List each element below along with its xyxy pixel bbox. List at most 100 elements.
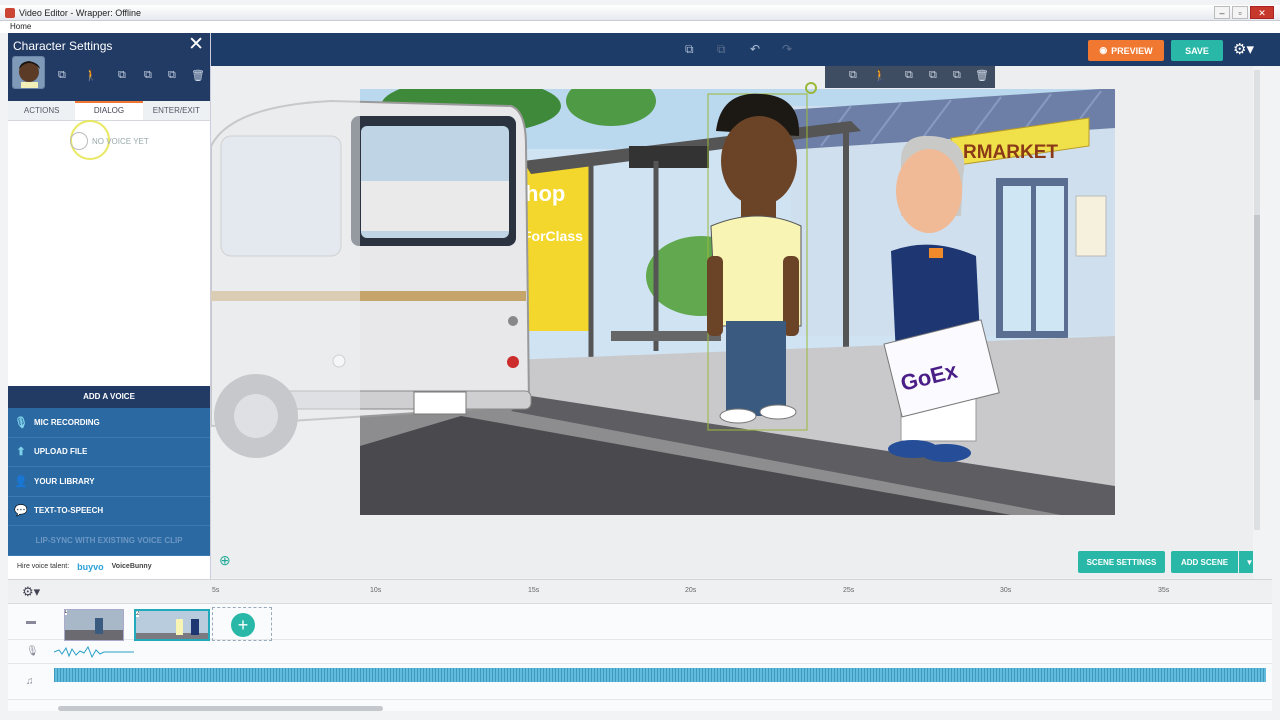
walk-icon[interactable]: 🚶 <box>873 69 887 82</box>
play-circle-icon: ◉ <box>1099 45 1108 55</box>
bring-forward-icon[interactable]: ⧉ <box>144 69 152 82</box>
option-label: YOUR LIBRARY <box>34 476 95 486</box>
window-close-button[interactable]: ✕ <box>1250 6 1274 19</box>
dialog-area: NO VOICE YET <box>8 120 210 386</box>
stage-scrollbar[interactable] <box>1254 70 1260 530</box>
add-scene-slot[interactable]: + <box>212 607 272 641</box>
save-button[interactable]: SAVE <box>1171 40 1223 61</box>
upload-icon: ⬆ <box>16 446 26 459</box>
scrollbar-thumb[interactable] <box>1254 215 1260 400</box>
tick-label: 30s <box>1000 587 1012 594</box>
license-plate <box>413 391 467 415</box>
flip-icon[interactable]: ⧉ <box>118 69 126 82</box>
tab-actions[interactable]: ACTIONS <box>8 101 75 120</box>
mic-recording-option[interactable]: 🎙 MIC RECORDING <box>8 408 210 438</box>
add-voice-header: ADD A VOICE <box>8 386 210 408</box>
bring-forward-icon[interactable]: ⧉ <box>929 69 937 82</box>
music-track: ♫ <box>8 664 1272 700</box>
preview-label: PREVIEW <box>1111 45 1153 56</box>
buyvo-logo[interactable]: buyvo <box>77 562 104 572</box>
panel-tabs: ACTIONS DIALOG ENTER/EXIT <box>8 101 210 121</box>
tick-label: 20s <box>685 587 697 594</box>
scene-canvas[interactable]: RMARKET hop ForClass GoEx <box>211 66 1253 578</box>
window-title: Video Editor - Wrapper: Offline <box>19 7 142 18</box>
tick-label: 25s <box>843 587 855 594</box>
scene-thumbnail-1[interactable]: 1 <box>64 609 124 641</box>
paste-icon[interactable]: ⧉ <box>717 42 726 57</box>
title-bar: Video Editor - Wrapper: Offline – ▫ ✕ <box>0 5 1280 21</box>
send-back-icon[interactable]: ⧉ <box>953 69 961 82</box>
character-avatar <box>12 56 45 89</box>
hire-voice-talent: Hire voice talent: buyvo VoiceBunny <box>8 556 210 578</box>
your-library-option[interactable]: 👤 YOUR LIBRARY <box>8 467 210 497</box>
panel-header: Character Settings ✕ ⧉ 🚶 ⧉ ⧉ ⧉ 🗑 <box>8 33 210 101</box>
shop-poster-text: hop <box>525 181 565 206</box>
tab-dialog[interactable]: DIALOG <box>75 101 143 120</box>
walk-icon[interactable]: 🚶 <box>84 69 98 82</box>
copy-icon[interactable]: ⧉ <box>685 42 694 57</box>
send-back-icon[interactable]: ⧉ <box>168 69 176 82</box>
menu-bar: Home <box>0 21 1280 33</box>
gear-icon[interactable]: ⚙▾ <box>1233 40 1254 58</box>
trash-icon[interactable]: 🗑 <box>975 69 989 82</box>
character-toolbar: ⧉ 🚶 ⧉ ⧉ ⧉ 🗑 <box>825 66 995 88</box>
undo-icon[interactable]: ↶ <box>750 42 760 56</box>
scene-track: ▬ 1 2 + <box>8 604 1272 641</box>
copy-icon[interactable]: ⧉ <box>849 69 857 82</box>
gear-icon[interactable]: ⚙▾ <box>22 584 40 600</box>
option-label: LIP-SYNC WITH EXISTING VOICE CLIP <box>35 535 183 545</box>
tab-enter-exit[interactable]: ENTER/EXIT <box>143 101 210 120</box>
music-waveform <box>54 668 1266 682</box>
tick-label: 10s <box>370 587 382 594</box>
option-label: UPLOAD FILE <box>34 447 88 457</box>
microphone-icon: 🎙 <box>14 416 28 429</box>
upload-file-option[interactable]: ⬆ UPLOAD FILE <box>8 437 210 467</box>
led-sign <box>629 146 709 168</box>
trash-icon[interactable]: 🗑 <box>191 69 205 82</box>
user-icon: 👤 <box>14 475 28 488</box>
hire-label: Hire voice talent: <box>17 563 70 570</box>
panel-title: Character Settings <box>13 39 113 53</box>
minimize-button[interactable]: – <box>1214 6 1230 19</box>
redo-icon[interactable]: ↷ <box>782 42 792 56</box>
plus-icon: + <box>231 613 255 637</box>
voicebunny-logo[interactable]: VoiceBunny <box>112 563 152 570</box>
maximize-button[interactable]: ▫ <box>1232 6 1248 19</box>
copy-icon[interactable]: ⧉ <box>58 69 66 82</box>
close-icon[interactable]: ✕ <box>188 35 204 55</box>
option-label: TEXT-TO-SPEECH <box>34 506 104 516</box>
no-voice-indicator: NO VOICE YET <box>70 132 149 150</box>
character-settings-panel: Character Settings ✕ ⧉ 🚶 ⧉ ⧉ ⧉ 🗑 ACTIONS… <box>8 33 211 579</box>
timeline-ruler[interactable]: ⚙▾ 5s 10s 15s 20s 25s 30s 35s <box>8 580 1272 604</box>
zoom-in-icon[interactable]: ⊕ <box>219 552 231 569</box>
speech-icon: 💬 <box>14 505 28 518</box>
scene-thumbnail-2[interactable]: 2 <box>134 609 210 641</box>
voice-waveform <box>54 645 134 659</box>
app-icon <box>5 7 15 18</box>
scene-number: 2 <box>136 611 140 617</box>
music-note-icon: ♫ <box>26 676 34 687</box>
editor-toolbar: ⧉ ⧉ ↶ ↷ ◉ PREVIEW SAVE ⚙▾ <box>211 33 1280 66</box>
smiley-icon <box>70 132 88 150</box>
shop-poster-subtext: ForClass <box>523 228 583 244</box>
chevron-down-icon: ▼ <box>1245 557 1253 567</box>
timeline: ⚙▾ 5s 10s 15s 20s 25s 30s 35s ▬ 1 2 + 🎙 <box>8 579 1272 711</box>
add-scene-button[interactable]: ADD SCENE <box>1171 551 1238 573</box>
bench <box>611 331 721 341</box>
supermarket-sign-text: RMARKET <box>963 142 1058 163</box>
text-to-speech-option[interactable]: 💬 TEXT-TO-SPEECH <box>8 496 210 526</box>
add-scene-dropdown[interactable]: ▼ <box>1239 551 1253 573</box>
camera-icon: ▬ <box>26 616 36 627</box>
voice-track: 🎙 <box>8 640 1272 664</box>
option-label: MIC RECORDING <box>34 417 100 427</box>
preview-button[interactable]: ◉ PREVIEW <box>1088 40 1164 61</box>
timeline-scrollbar[interactable] <box>58 706 383 711</box>
wall-poster <box>1075 195 1107 257</box>
lip-sync-option[interactable]: LIP-SYNC WITH EXISTING VOICE CLIP <box>8 526 210 556</box>
tick-label: 35s <box>1158 587 1170 594</box>
flip-icon[interactable]: ⧉ <box>905 69 913 82</box>
menu-home[interactable]: Home <box>10 22 31 31</box>
tick-label: 5s <box>212 587 220 594</box>
scene-settings-button[interactable]: SCENE SETTINGS <box>1078 551 1165 573</box>
tick-label: 15s <box>528 587 540 594</box>
